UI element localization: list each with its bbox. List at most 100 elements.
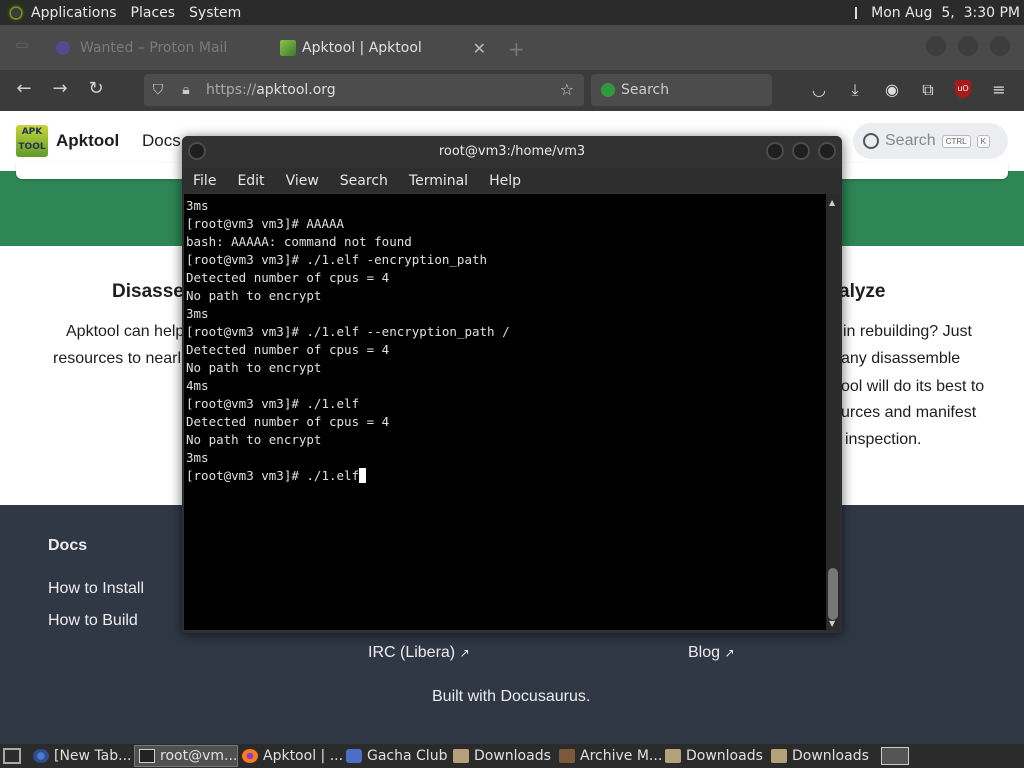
footer-heading-docs: Docs — [48, 537, 88, 554]
feature-text-right: any disassemble — [841, 350, 961, 367]
menu-applications[interactable]: Applications — [31, 5, 117, 21]
firefox-icon — [242, 749, 258, 763]
extensions-icon[interactable]: ⧉ — [917, 80, 939, 100]
terminal-line: No path to encrypt — [186, 360, 322, 375]
feature-text-right: ool will do its best to — [841, 378, 985, 395]
maximize-button[interactable] — [958, 36, 978, 56]
external-link-icon: ↗ — [459, 646, 470, 660]
terminal-minimize-button[interactable] — [766, 142, 784, 160]
menu-file[interactable]: File — [193, 173, 216, 189]
url-text: https://apktool.org — [206, 82, 336, 98]
taskbar-item-terminal[interactable]: root@vm... — [134, 745, 238, 767]
bottom-taskbar: [New Tab... root@vm... Apktool | ... Gac… — [0, 744, 1024, 768]
minimize-button[interactable] — [926, 36, 946, 56]
feature-title-right: alyze — [839, 281, 886, 302]
terminal-close-button[interactable] — [818, 142, 836, 160]
terminal-titlebar[interactable]: root@vm3:/home/vm3 — [182, 136, 842, 168]
show-desktop-icon[interactable] — [3, 748, 21, 764]
terminal-cursor — [359, 468, 367, 483]
search-engine-icon — [601, 83, 615, 97]
account-icon[interactable]: ◉ — [881, 80, 903, 99]
terminal-line: No path to encrypt — [186, 288, 322, 303]
taskbar-item-downloads[interactable]: Downloads — [767, 745, 873, 767]
terminal-prompt-line[interactable]: [root@vm3 vm3]# ./1.elf — [186, 467, 826, 485]
feature-text-right: inspection. — [845, 431, 922, 448]
close-window-button[interactable] — [990, 36, 1010, 56]
menu-system[interactable]: System — [189, 5, 241, 21]
pocket-icon[interactable]: ◡ — [808, 80, 830, 99]
tab-apktool[interactable]: Apktool | Apktool ✕ — [266, 31, 496, 65]
terminal-line: [root@vm3 vm3]# AAAAA — [186, 216, 345, 231]
taskbar-item-downloads[interactable]: Downloads — [449, 745, 555, 767]
ublock-icon[interactable]: uO — [955, 80, 971, 98]
proton-icon — [56, 41, 70, 55]
menu-terminal[interactable]: Terminal — [409, 173, 468, 189]
footer-link-build[interactable]: How to Build — [48, 612, 138, 630]
folder-icon — [665, 749, 681, 763]
tab-list-icon[interactable]: ▭ — [10, 37, 34, 53]
terminal-line: No path to encrypt — [186, 432, 322, 447]
terminal-line: 3ms — [186, 306, 209, 321]
reload-icon[interactable]: ↻ — [84, 78, 108, 99]
taskbar-item-archive-manager[interactable]: Archive M... — [555, 745, 661, 767]
menu-edit[interactable]: Edit — [237, 173, 264, 189]
taskbar-item-new-tab[interactable]: [New Tab... — [29, 745, 134, 767]
url-bar[interactable]: ⛉ 🔒︎ https://apktool.org ☆ — [144, 74, 584, 106]
scrollbar-thumb[interactable] — [828, 568, 838, 620]
footer-link-blog[interactable]: Blog ↗ — [688, 644, 735, 662]
terminal-window[interactable]: root@vm3:/home/vm3 File Edit View Search… — [182, 136, 842, 633]
terminal-title: root@vm3:/home/vm3 — [438, 144, 586, 159]
terminal-line: Detected number of cpus = 4 — [186, 270, 390, 285]
applications-icon[interactable] — [7, 3, 25, 22]
terminal-scrollbar[interactable]: ▲ ▼ — [826, 194, 840, 630]
site-title[interactable]: Apktool — [56, 131, 119, 151]
scroll-down-icon[interactable]: ▼ — [829, 619, 835, 628]
terminal-output[interactable]: 3ms [root@vm3 vm3]# AAAAA bash: AAAAA: com… — [184, 194, 826, 630]
app-icon — [346, 749, 362, 763]
tab-label: Wanted – Proton Mail — [80, 40, 228, 56]
taskbar-item-gacha-club[interactable]: Gacha Club — [342, 745, 449, 767]
download-icon[interactable]: ⤓ — [844, 80, 866, 100]
folder-icon — [771, 749, 787, 763]
site-search-placeholder: Search — [885, 132, 936, 149]
site-search-button[interactable]: Search CTRL K — [853, 123, 1008, 159]
taskbar-item-firefox[interactable]: Apktool | ... — [238, 745, 342, 767]
tab-label: Apktool | Apktool — [302, 40, 422, 56]
terminal-line: 3ms — [186, 198, 209, 213]
menu-icon[interactable]: ≡ — [988, 80, 1010, 99]
close-tab-icon[interactable]: ✕ — [473, 39, 486, 58]
browser-navbar: ← → ↻ ⛉ 🔒︎ https://apktool.org ☆ Search … — [0, 70, 1024, 111]
feature-text-left: resources to nearl — [53, 350, 182, 367]
footer-link-irc[interactable]: IRC (Libera) ↗ — [368, 644, 470, 662]
scroll-up-icon[interactable]: ▲ — [829, 198, 835, 207]
star-icon[interactable]: ☆ — [560, 80, 574, 99]
menu-view[interactable]: View — [286, 173, 319, 189]
lock-icon[interactable]: 🔒︎ — [172, 82, 200, 98]
feature-text-right: in rebuilding? Just — [843, 323, 972, 340]
volume-icon[interactable] — [855, 6, 865, 20]
footer-link-install[interactable]: How to Install — [48, 580, 144, 598]
taskbar-item-downloads[interactable]: Downloads — [661, 745, 767, 767]
terminal-maximize-button[interactable] — [792, 142, 810, 160]
chromium-icon — [33, 749, 49, 763]
forward-icon[interactable]: → — [48, 78, 72, 99]
window-menu-button[interactable] — [188, 142, 206, 160]
apktool-logo[interactable]: APK TOOL — [16, 125, 48, 157]
apktool-favicon — [280, 40, 296, 56]
menu-help[interactable]: Help — [489, 173, 521, 189]
clock[interactable]: Mon Aug 5, 3:30 PM — [871, 5, 1020, 21]
new-tab-icon[interactable]: + — [508, 37, 525, 61]
search-input[interactable]: Search — [591, 74, 772, 106]
browser-tabbar: ▭ Wanted – Proton Mail Apktool | Apktool… — [0, 25, 1024, 70]
archive-icon — [559, 749, 575, 763]
shield-icon[interactable]: ⛉ — [144, 82, 172, 98]
feature-title-left: Disasse — [112, 281, 184, 302]
terminal-icon — [139, 749, 155, 763]
workspace-switcher[interactable] — [881, 747, 909, 765]
back-icon[interactable]: ← — [12, 78, 36, 99]
nav-docs-link[interactable]: Docs — [142, 131, 181, 151]
menu-search[interactable]: Search — [340, 173, 388, 189]
menu-places[interactable]: Places — [131, 5, 176, 21]
feature-text-right: urces and manifest — [841, 404, 977, 421]
tab-proton-mail[interactable]: Wanted – Proton Mail — [48, 33, 260, 63]
